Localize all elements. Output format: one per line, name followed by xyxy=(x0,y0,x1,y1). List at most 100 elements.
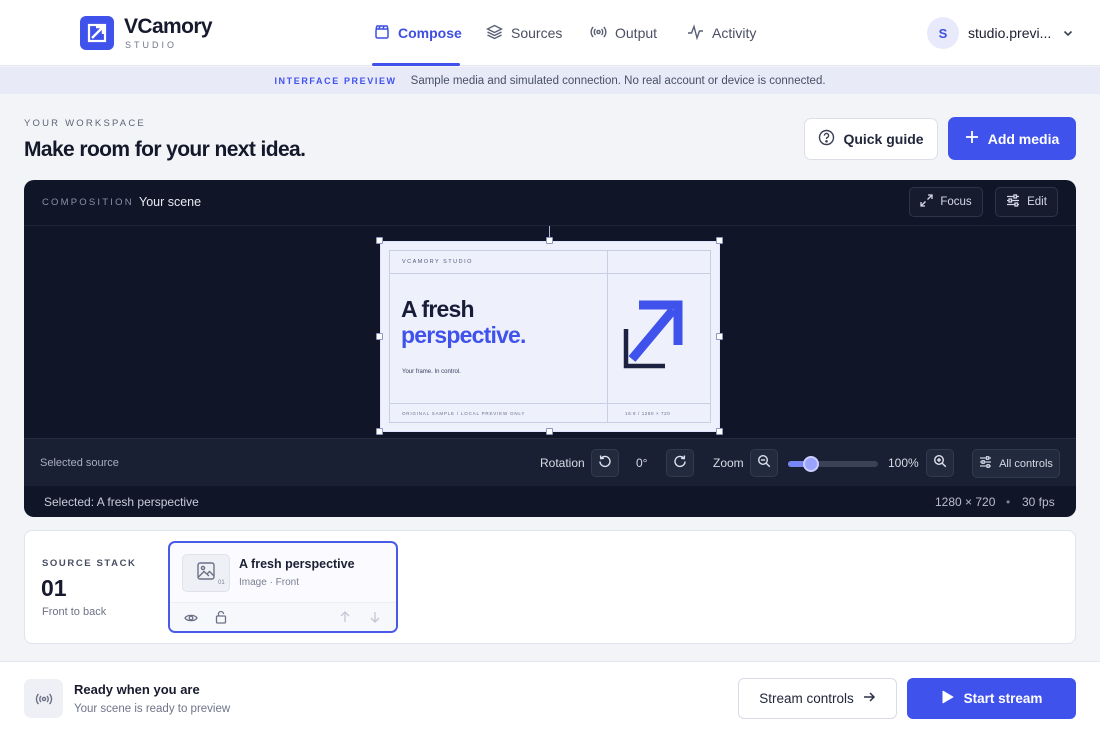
frame-divider-top xyxy=(389,273,711,274)
preview-headline-1: A fresh xyxy=(401,296,475,322)
zoom-out-icon xyxy=(757,454,771,473)
source-meta: Image · Front xyxy=(239,577,300,588)
start-stream-button[interactable]: Start stream xyxy=(907,678,1076,719)
preview-headline-2: perspective. xyxy=(401,322,526,348)
nav-compose-label: Compose xyxy=(398,25,462,41)
banner-text: Sample media and simulated connection. N… xyxy=(410,74,826,87)
broadcast-icon xyxy=(24,679,63,718)
focus-button[interactable]: Focus xyxy=(909,187,983,217)
nav-output[interactable]: Output xyxy=(590,22,657,44)
add-media-button[interactable]: Add media xyxy=(948,117,1076,160)
source-thumbnail: 01 xyxy=(182,554,230,592)
zoom-in-icon xyxy=(933,454,947,473)
preview-footer-left: ORIGINAL SAMPLE / LOCAL PREVIEW ONLY xyxy=(402,411,526,416)
page-title: Make room for your next idea. xyxy=(24,138,306,161)
fps-status: 30 fps xyxy=(1022,495,1055,509)
zoom-in-button[interactable] xyxy=(926,449,954,477)
resize-handle-r[interactable] xyxy=(716,333,723,340)
source-card[interactable]: 01 A fresh perspective Image · Front xyxy=(168,541,398,633)
nav-activity-label: Activity xyxy=(712,25,757,41)
app-subtitle: STUDIO xyxy=(125,40,178,50)
logo-icon[interactable] xyxy=(80,16,114,50)
rotation-label: Rotation xyxy=(540,456,585,470)
nav-sources-label: Sources xyxy=(511,25,563,41)
rotate-cw-icon xyxy=(673,454,687,473)
workspace-eyebrow: YOUR WORKSPACE xyxy=(24,118,146,129)
zoom-value: 100% xyxy=(888,456,919,470)
arrow-up-icon[interactable] xyxy=(339,610,351,629)
zoom-slider-thumb[interactable] xyxy=(802,456,819,472)
status-separator: • xyxy=(1006,495,1011,509)
nav-compose[interactable]: Compose xyxy=(374,22,462,44)
layers-icon xyxy=(485,24,504,43)
chevron-down-icon[interactable] xyxy=(1062,26,1074,44)
resolution-status: 1280 × 720 xyxy=(935,495,996,509)
selected-status: Selected: A fresh perspective xyxy=(44,495,199,509)
composition-header: COMPOSITION Your scene Focus Edit xyxy=(24,180,1076,226)
zoom-label: Zoom xyxy=(713,456,744,470)
top-bar: VCamory STUDIO Compose Sources Output Ac… xyxy=(0,0,1100,66)
plus-icon xyxy=(965,130,979,147)
clapperboard-icon xyxy=(374,24,390,43)
resize-handle-tl[interactable] xyxy=(376,237,383,244)
app-name: VCamory xyxy=(124,15,213,38)
stack-order-label: Front to back xyxy=(42,606,107,618)
preview-brand: VCAMORY STUDIO xyxy=(402,259,473,265)
resize-handle-tr[interactable] xyxy=(716,237,723,244)
composition-label: COMPOSITION xyxy=(42,197,134,208)
quick-guide-label: Quick guide xyxy=(843,131,924,147)
add-media-label: Add media xyxy=(987,130,1060,147)
start-stream-label: Start stream xyxy=(963,691,1043,706)
sliders-icon xyxy=(1006,194,1020,210)
rotate-left-button[interactable] xyxy=(591,449,619,477)
footer-bar: Ready when you are Your scene is ready t… xyxy=(0,661,1100,734)
preview-stage: VCAMORY STUDIO A fresh perspective. Your… xyxy=(24,226,1076,438)
stream-controls-label: Stream controls xyxy=(759,691,854,706)
rotate-right-button[interactable] xyxy=(666,449,694,477)
user-name[interactable]: studio.previ... xyxy=(968,25,1051,41)
arrow-down-icon[interactable] xyxy=(369,610,381,629)
transform-controls: Selected source Rotation 0° Zoom 100% Al… xyxy=(24,438,1076,486)
play-icon xyxy=(941,690,954,707)
preview-tagline: Your frame. In control. xyxy=(402,369,461,375)
edit-label: Edit xyxy=(1027,196,1047,208)
preview-footer-right: 16:9 / 1280 × 720 xyxy=(625,411,671,416)
nav-output-label: Output xyxy=(615,25,658,41)
scene-name[interactable]: Your scene xyxy=(139,195,201,209)
nav-sources[interactable]: Sources xyxy=(485,22,563,44)
source-index: 01 xyxy=(218,580,225,586)
broadcast-icon xyxy=(590,24,607,43)
rotate-ccw-icon xyxy=(598,454,612,473)
lock-icon[interactable] xyxy=(215,610,227,629)
selected-source-label: Selected source xyxy=(40,457,119,469)
resize-handle-b[interactable] xyxy=(546,428,553,435)
resize-handle-bl[interactable] xyxy=(376,428,383,435)
stream-controls-button[interactable]: Stream controls xyxy=(738,678,897,719)
arrow-right-icon xyxy=(863,691,876,706)
quick-guide-button[interactable]: Quick guide xyxy=(804,118,938,160)
activity-icon xyxy=(687,23,704,43)
avatar[interactable]: S xyxy=(927,17,959,49)
rotation-value: 0° xyxy=(636,456,648,470)
frame-divider-bottom xyxy=(389,403,711,404)
nav-active-indicator xyxy=(372,63,460,66)
all-controls-button[interactable]: All controls xyxy=(972,449,1060,478)
resize-handle-t[interactable] xyxy=(546,237,553,244)
resize-handle-l[interactable] xyxy=(376,333,383,340)
nav-activity[interactable]: Activity xyxy=(687,22,756,44)
help-icon xyxy=(818,129,835,149)
source-title: A fresh perspective xyxy=(239,557,355,571)
resize-handle-br[interactable] xyxy=(716,428,723,435)
zoom-out-button[interactable] xyxy=(750,449,778,477)
arrow-up-right-icon xyxy=(623,299,683,374)
source-frame[interactable]: VCAMORY STUDIO A fresh perspective. Your… xyxy=(380,241,720,432)
source-card-toolbar xyxy=(170,602,396,631)
expand-icon xyxy=(920,194,933,210)
edit-button[interactable]: Edit xyxy=(995,187,1058,217)
composition-status-bar: Selected: A fresh perspective 1280 × 720… xyxy=(24,486,1076,517)
all-controls-label: All controls xyxy=(999,457,1053,470)
source-count: 01 xyxy=(41,575,67,601)
eye-icon[interactable] xyxy=(184,611,198,629)
frame-divider-v xyxy=(607,250,608,423)
preview-banner: INTERFACE PREVIEW Sample media and simul… xyxy=(0,67,1100,94)
